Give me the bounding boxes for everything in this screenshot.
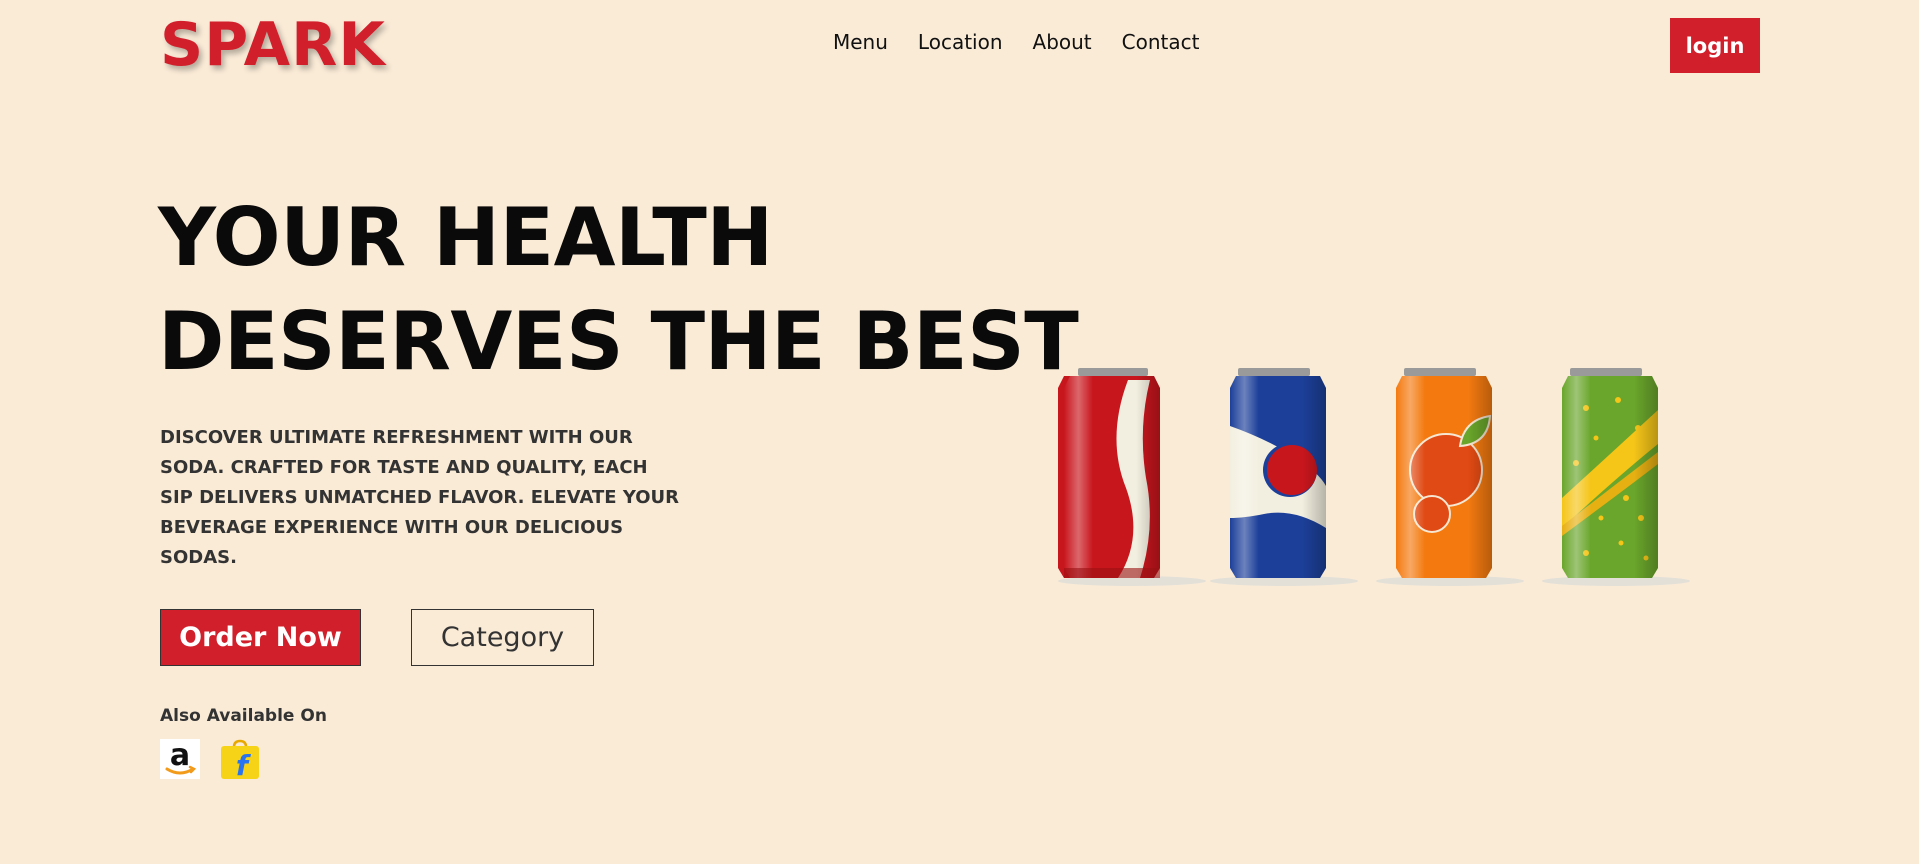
- svg-text:a: a: [170, 739, 190, 773]
- hero-description: DISCOVER ULTIMATE REFRESHMENT WITH OUR S…: [160, 427, 680, 568]
- also-available-label: Also Available On: [160, 706, 327, 726]
- headline-line-2: DESERVES THE BEST: [158, 295, 1079, 388]
- headline-line-1: YOUR HEALTH: [158, 191, 773, 284]
- logo[interactable]: SPARK: [160, 10, 386, 80]
- nav-menu[interactable]: Menu: [833, 30, 888, 54]
- soda-cans-illustration: [1058, 368, 1690, 586]
- amazon-icon[interactable]: a: [160, 738, 200, 779]
- nav-location[interactable]: Location: [918, 30, 1003, 54]
- hero-headline: YOUR HEALTH DESERVES THE BEST: [158, 186, 1079, 394]
- nav-contact[interactable]: Contact: [1122, 30, 1200, 54]
- blue-can: [1210, 368, 1358, 586]
- order-now-button[interactable]: Order Now: [160, 609, 361, 666]
- cola-can: [1058, 368, 1206, 586]
- lime-can: [1542, 368, 1690, 586]
- orange-can: [1376, 368, 1524, 586]
- flipkart-icon[interactable]: f: [220, 739, 260, 782]
- login-button[interactable]: login: [1670, 18, 1760, 73]
- page: SPARK Menu Location About Contact login …: [0, 0, 1919, 864]
- nav-about[interactable]: About: [1033, 30, 1092, 54]
- main-nav: Menu Location About Contact: [833, 30, 1199, 54]
- category-button[interactable]: Category: [411, 609, 594, 666]
